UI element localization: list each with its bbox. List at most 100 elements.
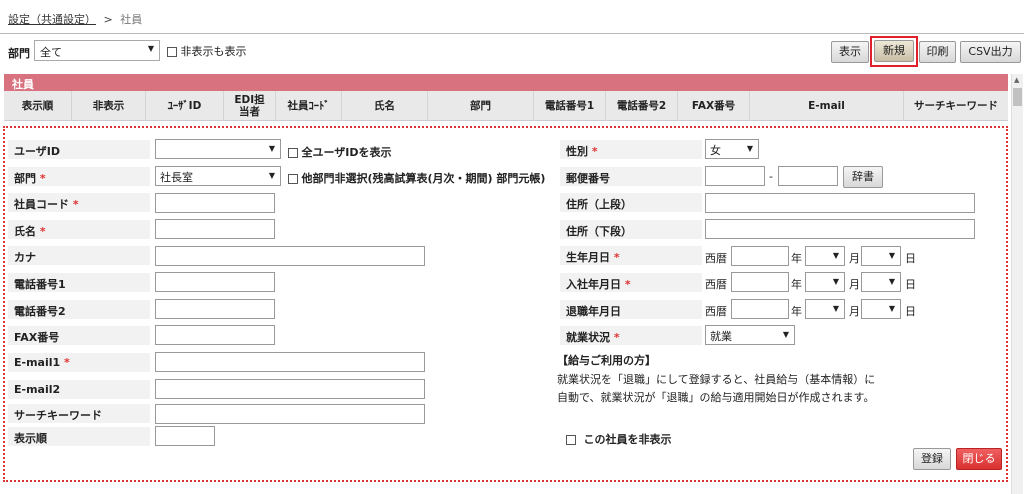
- hire-date-label: 入社年月日 *: [560, 273, 702, 292]
- col-email[interactable]: E-mail: [750, 91, 904, 121]
- email2-input[interactable]: [155, 379, 425, 399]
- birth-day-select[interactable]: ▼: [861, 246, 901, 266]
- name-input[interactable]: [155, 219, 275, 239]
- col-tel2[interactable]: 電話番号2: [606, 91, 678, 121]
- csv-export-button[interactable]: CSV出力: [960, 41, 1021, 63]
- employment-status-value: 就業: [710, 330, 732, 343]
- register-button[interactable]: 登録: [913, 448, 951, 470]
- address1-label: 住所（上段）: [560, 193, 702, 212]
- hire-era-label: 西暦: [705, 278, 727, 291]
- hire-year-input[interactable]: [731, 272, 789, 292]
- address2-input[interactable]: [705, 219, 975, 239]
- address2-label: 住所（下段）: [560, 220, 702, 239]
- show-all-userid-toggle[interactable]: 全ユーザIDを表示: [288, 144, 392, 160]
- header-divider: [0, 33, 1024, 34]
- col-hidden[interactable]: 非表示: [72, 91, 146, 121]
- scroll-thumb[interactable]: [1013, 88, 1022, 106]
- tel1-input[interactable]: [155, 272, 275, 292]
- dictionary-button[interactable]: 辞書: [843, 166, 883, 188]
- email1-input[interactable]: [155, 352, 425, 372]
- col-userid[interactable]: ﾕｰｻﾞID: [146, 91, 224, 121]
- fax-label: FAX番号: [8, 326, 150, 345]
- hire-day-unit: 日: [905, 278, 916, 291]
- breadcrumb: 設定（共通設定） > 社員: [8, 11, 142, 27]
- kana-label: カナ: [8, 246, 150, 265]
- fax-input[interactable]: [155, 325, 275, 345]
- col-fax[interactable]: FAX番号: [678, 91, 750, 121]
- employment-status-label: 就業状況 *: [560, 326, 702, 345]
- show-all-userid-label: 全ユーザIDを表示: [301, 146, 392, 159]
- breadcrumb-separator: >: [103, 13, 113, 26]
- birthdate-label: 生年月日 *: [560, 246, 702, 265]
- hire-day-select[interactable]: ▼: [861, 272, 901, 292]
- birth-era-label: 西暦: [705, 252, 727, 265]
- col-code[interactable]: 社員ｺｰﾄﾞ: [276, 91, 342, 121]
- scroll-up-icon[interactable]: ▲: [1014, 76, 1019, 84]
- hide-employee-checkbox[interactable]: [566, 435, 576, 445]
- col-name[interactable]: 氏名: [342, 91, 428, 121]
- employee-code-input[interactable]: [155, 193, 275, 213]
- order-label: 表示順: [8, 427, 150, 446]
- chevron-down-icon: ▼: [782, 330, 789, 339]
- dept-select-value: 社長室: [160, 171, 193, 184]
- hire-month-select[interactable]: ▼: [805, 272, 845, 292]
- postal-code-input-1[interactable]: [705, 166, 765, 186]
- name-label: 氏名 *: [8, 220, 150, 239]
- col-order[interactable]: 表示順: [4, 91, 72, 121]
- other-dept-checkbox[interactable]: [288, 174, 298, 184]
- scrollbar[interactable]: ▲: [1011, 74, 1023, 494]
- chevron-down-icon: ▼: [888, 277, 895, 286]
- hide-employee-toggle[interactable]: この社員を非表示: [566, 431, 672, 447]
- hide-employee-label: この社員を非表示: [583, 433, 672, 446]
- section-title: 社員: [4, 74, 1008, 91]
- show-hidden-toggle[interactable]: 非表示も表示: [167, 43, 247, 59]
- print-button[interactable]: 印刷: [919, 41, 956, 63]
- gender-select[interactable]: 女 ▼: [705, 139, 759, 159]
- show-button[interactable]: 表示: [831, 41, 869, 63]
- hire-year-unit: 年: [791, 278, 802, 291]
- tel2-label: 電話番号2: [8, 300, 150, 319]
- display-order-input[interactable]: [155, 426, 215, 446]
- postal-separator: -: [769, 170, 773, 183]
- payroll-note-title: 【給与ご利用の方】: [557, 354, 656, 367]
- employment-status-select[interactable]: 就業 ▼: [705, 325, 795, 345]
- new-button[interactable]: 新規: [874, 40, 914, 62]
- postal-code-input-2[interactable]: [778, 166, 838, 186]
- retire-year-unit: 年: [791, 305, 802, 318]
- tel2-input[interactable]: [155, 299, 275, 319]
- birth-year-input[interactable]: [731, 246, 789, 266]
- chevron-down-icon: ▼: [888, 304, 895, 313]
- breadcrumb-current: 社員: [120, 13, 143, 26]
- other-dept-toggle[interactable]: 他部門非選択(残高試算表(月次・期間) 部門元帳): [288, 170, 545, 186]
- close-button[interactable]: 閉じる: [956, 448, 1002, 470]
- show-hidden-checkbox[interactable]: [167, 47, 177, 57]
- breadcrumb-settings-link[interactable]: 設定（共通設定）: [8, 13, 96, 26]
- retire-era-label: 西暦: [705, 305, 727, 318]
- dept-select[interactable]: 社長室 ▼: [155, 166, 281, 186]
- retire-day-select[interactable]: ▼: [861, 299, 901, 319]
- table-header: 表示順 非表示 ﾕｰｻﾞID EDI担当者 社員ｺｰﾄﾞ 氏名 部門 電話番号1…: [4, 91, 1008, 121]
- other-dept-label: 他部門非選択(残高試算表(月次・期間) 部門元帳): [301, 172, 546, 185]
- dept-filter-select[interactable]: 全て ▼: [34, 40, 160, 61]
- col-edi[interactable]: EDI担当者: [224, 91, 276, 121]
- retire-year-input[interactable]: [731, 299, 789, 319]
- birth-year-unit: 年: [791, 252, 802, 265]
- chevron-down-icon: ▼: [147, 44, 154, 53]
- col-dept[interactable]: 部門: [428, 91, 534, 121]
- birth-month-select[interactable]: ▼: [805, 246, 845, 266]
- col-tel1[interactable]: 電話番号1: [534, 91, 606, 121]
- retire-day-unit: 日: [905, 305, 916, 318]
- chevron-down-icon: ▼: [268, 171, 275, 180]
- col-search[interactable]: サーチキーワード: [904, 91, 1008, 121]
- address1-input[interactable]: [705, 193, 975, 213]
- payroll-note-line1: 就業状況を「退職」にして登録すると、社員給与（基本情報）に: [557, 373, 876, 386]
- kana-input[interactable]: [155, 246, 425, 266]
- postal-label: 郵便番号: [560, 167, 702, 186]
- dept-filter-value: 全て: [40, 46, 62, 59]
- retire-month-select[interactable]: ▼: [805, 299, 845, 319]
- gender-value: 女: [710, 144, 721, 157]
- gender-label: 性別 *: [560, 140, 702, 159]
- show-all-userid-checkbox[interactable]: [288, 148, 298, 158]
- userid-select[interactable]: ▼: [155, 139, 281, 159]
- search-keyword-input[interactable]: [155, 404, 425, 424]
